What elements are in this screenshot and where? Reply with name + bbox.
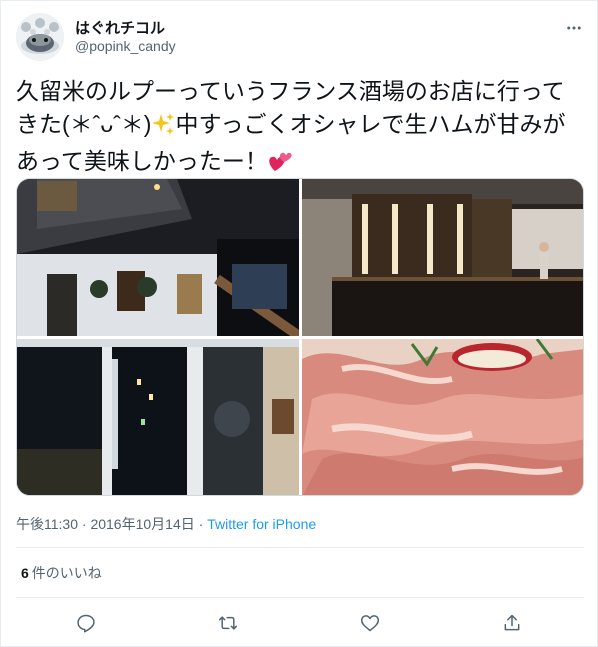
share-icon xyxy=(504,614,520,631)
photo-restaurant-exterior[interactable] xyxy=(17,179,299,336)
action-bar xyxy=(1,605,598,641)
likes-label: 件のいいね xyxy=(31,565,102,581)
photo-bar-counter[interactable] xyxy=(302,179,583,336)
tweet-text: 久留米のルプーっていうフランス酒場のお店に行ってきた(＊ˆᴗˆ＊) 中すっごくオシ… xyxy=(16,75,586,182)
divider xyxy=(16,547,584,548)
reply-icon xyxy=(77,614,95,633)
tweet-card: はぐれチコル @popink_candy 久留米のルプーっていうフランス酒場のお… xyxy=(0,0,598,647)
avatar[interactable] xyxy=(16,13,64,61)
sparkles-icon xyxy=(151,112,175,145)
user-display-name[interactable]: はぐれチコル xyxy=(75,17,165,38)
more-options-button[interactable] xyxy=(559,13,589,43)
likes-count[interactable]: 6 件のいいね xyxy=(21,563,102,583)
retweet-icon xyxy=(218,616,238,630)
tweet-metadata: 午後11:30 · 2016年10月14日 · Twitter for iPho… xyxy=(16,514,316,534)
likes-number: 6 xyxy=(21,565,29,581)
meta-separator: · xyxy=(194,516,208,532)
tweet-source[interactable]: Twitter for iPhone xyxy=(207,516,316,532)
like-icon xyxy=(360,615,380,632)
tweet-time[interactable]: 午後11:30 xyxy=(16,516,78,532)
share-button[interactable] xyxy=(494,605,530,641)
photo-window-night[interactable] xyxy=(17,339,299,495)
like-button[interactable] xyxy=(352,605,388,641)
divider xyxy=(16,597,584,598)
retweet-button[interactable] xyxy=(210,605,246,641)
more-dots-icon xyxy=(567,26,581,30)
photo-prosciutto-plate[interactable] xyxy=(302,339,583,495)
avatar-image xyxy=(16,13,64,61)
media-grid xyxy=(16,178,584,496)
user-handle[interactable]: @popink_candy xyxy=(75,38,176,54)
meta-separator: · xyxy=(78,516,91,532)
tweet-date[interactable]: 2016年10月14日 xyxy=(90,516,194,532)
reply-button[interactable] xyxy=(68,605,104,641)
